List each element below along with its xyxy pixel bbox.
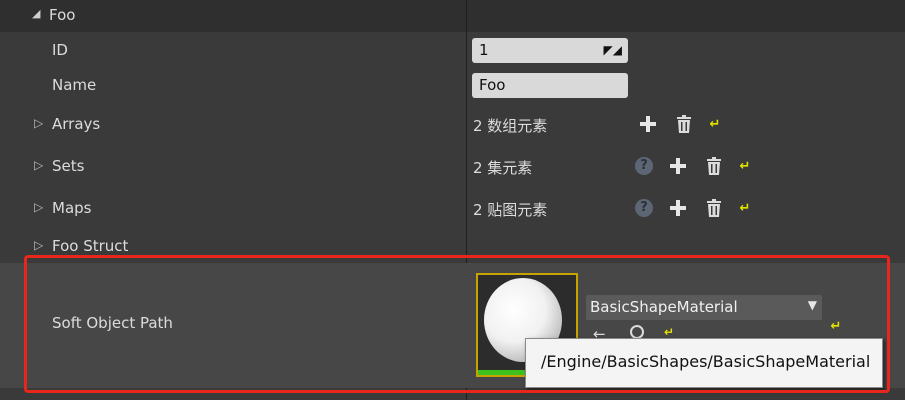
id-numeric-field[interactable]: 1 ◤◢ <box>472 38 628 63</box>
reset-arrow-icon[interactable]: ↵ <box>734 155 756 177</box>
reset-arrow-icon[interactable]: ↵ <box>734 197 756 219</box>
id-value: 1 <box>479 41 489 59</box>
triangle-right-icon[interactable]: ▷ <box>34 158 43 172</box>
trash-icon[interactable] <box>673 113 695 135</box>
tooltip-text: /Engine/BasicShapes/BasicShapeMaterial <box>541 352 871 371</box>
property-row-name: Name Foo <box>0 68 905 104</box>
category-title: Foo <box>49 6 76 24</box>
drag-resize-icon[interactable]: ◤◢ <box>604 40 622 61</box>
reset-arrow-icon[interactable]: ↵ <box>704 113 726 135</box>
chevron-down-icon: ▼ <box>807 298 817 312</box>
category-header[interactable]: ◢ Foo <box>0 0 905 32</box>
property-label: Arrays <box>52 115 101 133</box>
reset-arrow-icon[interactable]: ↵ <box>825 315 847 337</box>
plus-icon[interactable] <box>667 197 689 219</box>
property-row-soft-object-path: Soft Object Path BasicShapeMaterial ▼ ↵ … <box>0 263 905 388</box>
property-label: Maps <box>52 199 92 217</box>
plus-icon[interactable] <box>667 155 689 177</box>
trash-icon[interactable] <box>703 197 725 219</box>
asset-name: BasicShapeMaterial <box>590 298 738 316</box>
triangle-right-icon[interactable]: ▷ <box>34 200 43 214</box>
name-text-field[interactable]: Foo <box>472 73 628 98</box>
property-row-arrays: ▷ Arrays 2 数组元素 ↵ <box>0 104 905 144</box>
triangle-down-icon: ◢ <box>32 7 41 20</box>
asset-picker-combo[interactable]: BasicShapeMaterial ▼ <box>586 295 822 320</box>
plus-icon[interactable] <box>637 113 659 135</box>
property-label: ID <box>52 41 68 59</box>
property-label: Name <box>52 76 97 94</box>
element-count: 2 贴图元素 <box>473 201 548 219</box>
trash-icon[interactable] <box>703 155 725 177</box>
clear-arrow-icon[interactable]: ↵ <box>664 325 674 339</box>
element-count: 2 集元素 <box>473 159 533 177</box>
property-row-maps: ▷ Maps 2 贴图元素 ? ↵ <box>0 188 905 228</box>
asset-path-tooltip: /Engine/BasicShapes/BasicShapeMaterial <box>525 338 883 388</box>
element-count: 2 数组元素 <box>473 117 548 135</box>
property-row-sets: ▷ Sets 2 集元素 ? ↵ <box>0 146 905 186</box>
triangle-right-icon[interactable]: ▷ <box>34 238 43 252</box>
property-label: Soft Object Path <box>52 314 173 332</box>
property-label: Foo Struct <box>52 237 129 255</box>
property-row-foo-struct: ▷ Foo Struct <box>0 230 905 263</box>
triangle-right-icon[interactable]: ▷ <box>34 116 43 130</box>
property-label: Sets <box>52 157 85 175</box>
name-value: Foo <box>479 76 506 94</box>
browse-search-icon[interactable] <box>630 325 644 339</box>
help-icon[interactable]: ? <box>633 197 655 219</box>
property-row-id: ID 1 ◤◢ <box>0 32 905 68</box>
help-icon[interactable]: ? <box>633 155 655 177</box>
